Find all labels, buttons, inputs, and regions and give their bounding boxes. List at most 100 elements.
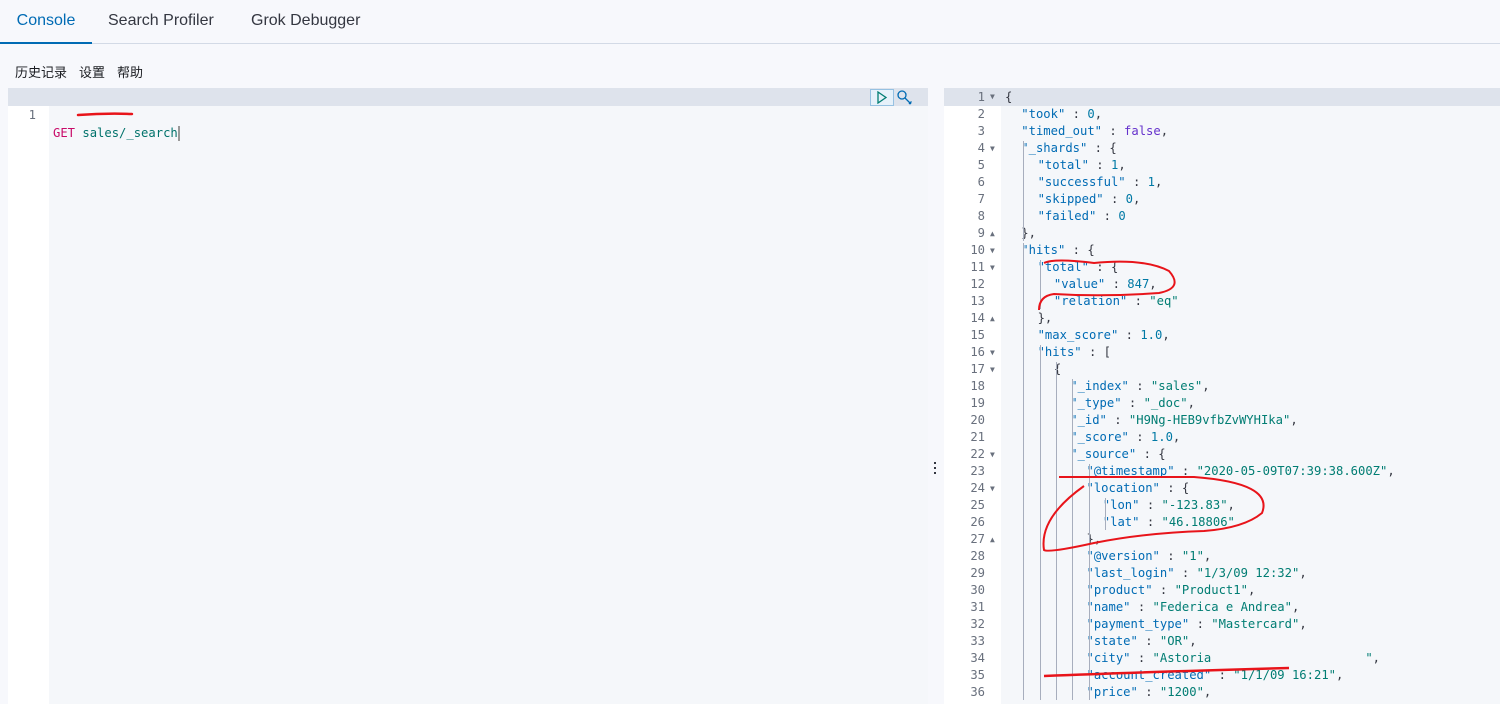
response-line: 14 ▲}, (944, 310, 1500, 327)
json-key: "_score" (1070, 430, 1129, 444)
line-number: 10 (970, 243, 985, 257)
line-number: 1 (28, 108, 36, 122)
json-value: "Product1" (1174, 583, 1248, 597)
json-punct: : (1065, 107, 1088, 121)
fold-caret-down-icon[interactable]: ▼ (990, 446, 995, 463)
json-punct: , (1227, 498, 1235, 512)
play-icon (877, 91, 888, 104)
fold-caret-down-icon[interactable]: ▼ (990, 361, 995, 378)
request-method: GET (53, 126, 76, 140)
json-value: "1" (1181, 549, 1204, 563)
response-line: 36 "price" : "1200", (944, 684, 1500, 701)
json-punct: , (1187, 396, 1195, 410)
history-menu-item[interactable]: 历史记录 (15, 66, 67, 81)
json-punct: : (1096, 209, 1119, 223)
fold-caret-down-icon[interactable]: ▼ (990, 140, 995, 157)
response-line: 30 "product" : "Product1", (944, 582, 1500, 599)
json-punct: : (1102, 124, 1125, 138)
indent-guide (1104, 498, 1106, 530)
json-punct: : [ (1081, 345, 1111, 359)
json-value: "Mastercard" (1211, 617, 1300, 631)
response-line: 3 "timed_out" : false, (944, 123, 1500, 140)
tab-search-profiler[interactable]: Search Profiler (108, 0, 214, 44)
json-punct: , (1202, 379, 1210, 393)
tab-grok-debugger[interactable]: Grok Debugger (251, 0, 360, 44)
json-punct: : (1189, 617, 1212, 631)
json-punct: : (1174, 464, 1197, 478)
line-number: 12 (970, 277, 985, 291)
fold-caret-up-icon[interactable]: ▲ (990, 531, 995, 548)
response-line: 9 ▲}, (944, 225, 1500, 242)
json-punct: }, (1037, 311, 1053, 325)
json-punct: : (1137, 685, 1160, 699)
send-request-button[interactable] (870, 89, 894, 106)
json-value: "Astoria " (1152, 651, 1373, 665)
fold-caret-down-icon[interactable]: ▼ (990, 480, 995, 497)
fold-caret-down-icon[interactable]: ▼ (990, 344, 995, 361)
line-number: 6 (977, 175, 985, 189)
response-line: 5 "total" : 1, (944, 157, 1500, 174)
fold-caret-down-icon[interactable]: ▼ (990, 259, 995, 276)
json-key: "city" (1086, 651, 1131, 665)
json-punct: : (1137, 634, 1160, 648)
line-number: 27 (970, 532, 985, 546)
fold-caret-up-icon[interactable]: ▲ (990, 310, 995, 327)
json-punct: , (1291, 600, 1300, 614)
annotation-underline (76, 112, 134, 117)
json-punct: , (1094, 107, 1103, 121)
line-number: 26 (970, 515, 985, 529)
json-punct: : (1130, 651, 1153, 665)
json-punct: , (1118, 158, 1126, 172)
json-key: "state" (1086, 634, 1138, 648)
panel-resizer[interactable] (928, 88, 944, 704)
fold-caret-down-icon[interactable]: ▼ (990, 242, 995, 259)
settings-menu-item[interactable]: 设置 (79, 66, 105, 81)
line-number: 18 (970, 379, 985, 393)
line-number: 31 (970, 600, 985, 614)
wrench-icon[interactable] (896, 89, 914, 107)
json-value: "OR" (1159, 634, 1190, 648)
json-value: "1/3/09 12:32" (1196, 566, 1300, 580)
tab-console[interactable]: Console (0, 0, 92, 44)
json-punct: : (1118, 328, 1141, 342)
line-number: 9 (977, 226, 985, 240)
fold-caret-down-icon[interactable]: ▼ (990, 88, 995, 106)
json-punct: , (1299, 566, 1307, 580)
request-line[interactable]: 1 GET sales/_search (8, 88, 928, 141)
json-punct: , (1247, 583, 1256, 597)
json-punct: , (1155, 175, 1163, 189)
json-key: "lat" (1102, 515, 1140, 529)
json-key: "hits" (1037, 345, 1082, 359)
response-line: 29 "last_login" : "1/3/09 12:32", (944, 565, 1500, 582)
json-key: "max_score" (1037, 328, 1119, 342)
json-punct: , (1203, 549, 1212, 563)
response-line: 28 "@version" : "1", (944, 548, 1500, 565)
json-punct: : (1211, 668, 1234, 682)
help-menu-item[interactable]: 帮助 (117, 66, 143, 81)
json-punct: : (1139, 515, 1162, 529)
response-line: 24 ▼ "location" : { (944, 480, 1500, 497)
fold-caret-up-icon[interactable]: ▲ (990, 225, 995, 242)
json-key: "skipped" (1037, 192, 1104, 206)
json-punct: { (1005, 90, 1013, 104)
json-punct: : { (1159, 481, 1190, 495)
response-viewer[interactable]: 1 ▼ {2 "took" : 0, 3 "timed_out" : false, 4 ▼ "_… (944, 88, 1500, 704)
json-punct: : (1128, 430, 1151, 444)
response-line: 11 ▼ "total" : { (944, 259, 1500, 276)
indent-guide (1039, 260, 1041, 309)
indent-guide (1088, 481, 1090, 547)
request-path: sales/_search (82, 126, 178, 140)
response-line: 35 "account_created" : "1/1/09 16:21", (944, 667, 1500, 684)
line-number: 1 (977, 90, 985, 104)
response-line: 17 ▼{ (944, 361, 1500, 378)
line-number: 3 (977, 124, 985, 138)
request-editor[interactable]: 1 GET sales/_search (8, 88, 928, 704)
json-punct: , (1372, 651, 1381, 665)
line-number: 36 (970, 685, 985, 699)
response-line: 32 "payment_type" : "Mastercard", (944, 616, 1500, 633)
json-punct: , (1160, 124, 1169, 138)
json-value: "1/1/09 16:21" (1233, 668, 1336, 682)
json-key: "_id" (1070, 413, 1107, 427)
response-line: 8 "failed" : 0 (944, 208, 1500, 225)
json-punct: : (1103, 192, 1126, 206)
